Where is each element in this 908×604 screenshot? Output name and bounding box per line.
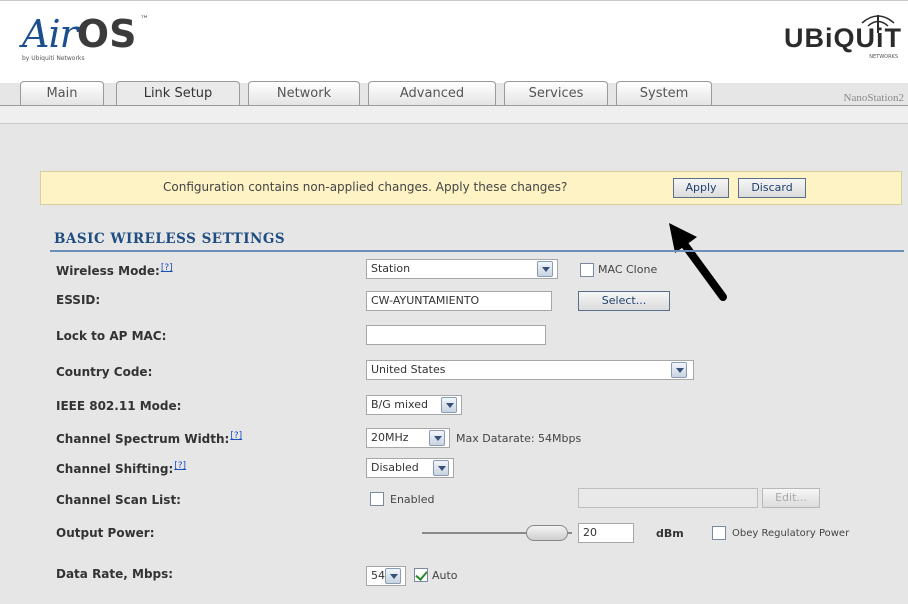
wireless-mode-label-text: Wireless Mode: <box>56 264 160 278</box>
tab-services[interactable]: Services <box>504 81 608 105</box>
wireless-mode-select[interactable]: Station <box>366 259 558 279</box>
airos-logo: AirOS ™ by Ubiquiti Networks <box>22 12 149 62</box>
output-power-unit: dBm <box>656 527 684 540</box>
essid-select-button[interactable]: Select... <box>578 291 670 311</box>
output-power-label: Output Power: <box>56 526 155 540</box>
lock-ap-mac-label: Lock to AP MAC: <box>56 329 167 343</box>
mac-clone-label: MAC Clone <box>598 263 658 276</box>
scan-list-enabled-checkbox[interactable] <box>370 492 384 506</box>
scan-list-input <box>578 488 758 508</box>
section-title: BASIC WIRELESS SETTINGS <box>54 231 286 247</box>
ieee-mode-select[interactable]: B/G mixed <box>366 395 462 415</box>
tab-band <box>0 106 908 124</box>
wireless-mode-help-link[interactable]: [?] <box>161 263 173 273</box>
wireless-mode-value: Station <box>371 262 411 275</box>
data-rate-auto-checkbox[interactable] <box>414 568 428 582</box>
app-window: AirOS ™ by Ubiquiti Networks UBiQUiT NET… <box>0 0 908 604</box>
channel-shifting-value: Disabled <box>371 461 419 474</box>
channel-width-value: 20MHz <box>371 431 409 444</box>
channel-width-label: Channel Spectrum Width:[?] <box>56 431 242 446</box>
chevron-down-icon <box>385 568 401 584</box>
header: AirOS ™ by Ubiquiti Networks UBiQUiT NET… <box>0 1 908 83</box>
device-name: NanoStation2 <box>843 92 905 104</box>
apply-button[interactable]: Apply <box>673 178 729 198</box>
logo-trademark: ™ <box>140 15 149 25</box>
data-rate-auto-label: Auto <box>432 569 458 582</box>
chevron-down-icon <box>429 430 445 446</box>
country-code-value: United States <box>371 363 446 376</box>
unapplied-changes-notice: Configuration contains non-applied chang… <box>40 171 902 205</box>
tab-link-setup[interactable]: Link Setup <box>116 81 240 106</box>
country-code-select[interactable]: United States <box>366 360 694 380</box>
tab-system[interactable]: System <box>616 81 712 105</box>
logo-os-text: OS <box>76 12 137 56</box>
tab-main[interactable]: Main <box>20 81 104 105</box>
chevron-down-icon <box>441 397 457 413</box>
ieee-mode-value: B/G mixed <box>371 398 428 411</box>
output-power-input[interactable]: 20 <box>578 523 634 543</box>
chevron-down-icon <box>537 261 553 277</box>
data-rate-select[interactable]: 54 <box>366 566 406 586</box>
essid-input[interactable]: CW-AYUNTAMIENTO <box>366 291 552 311</box>
channel-shifting-help-link[interactable]: [?] <box>174 461 186 471</box>
scan-list-edit-button[interactable]: Edit... <box>762 488 820 508</box>
ubiquiti-logo: UBiQUiT NETWORKS <box>784 15 902 60</box>
channel-shifting-label-text: Channel Shifting: <box>56 462 174 476</box>
brand-subtitle: NETWORKS <box>869 54 898 60</box>
logo-air-text: Air <box>22 12 78 56</box>
data-rate-label: Data Rate, Mbps: <box>56 567 174 581</box>
essid-label: ESSID: <box>56 293 101 307</box>
lock-ap-mac-input[interactable] <box>366 325 546 345</box>
channel-shifting-select[interactable]: Disabled <box>366 458 454 478</box>
country-code-label: Country Code: <box>56 365 153 379</box>
tab-advanced[interactable]: Advanced <box>368 81 496 105</box>
chevron-down-icon <box>671 362 687 378</box>
max-datarate-text: Max Datarate: 54Mbps <box>456 432 582 445</box>
mac-clone-checkbox[interactable] <box>580 263 594 277</box>
channel-width-label-text: Channel Spectrum Width: <box>56 432 230 446</box>
logo-subtitle: by Ubiquiti Networks <box>22 55 85 62</box>
channel-width-select[interactable]: 20MHz <box>366 428 450 448</box>
scan-list-label: Channel Scan List: <box>56 493 181 507</box>
wireless-mode-label: Wireless Mode:[?] <box>56 263 173 278</box>
scan-list-enabled-label: Enabled <box>390 493 435 506</box>
channel-width-help-link[interactable]: [?] <box>230 431 242 441</box>
output-power-slider-handle[interactable] <box>526 525 568 541</box>
section-divider <box>50 250 904 252</box>
obey-regulatory-label: Obey Regulatory Power <box>732 528 850 539</box>
antenna-icon <box>861 15 895 33</box>
notice-text: Configuration contains non-applied chang… <box>163 180 568 194</box>
ieee-mode-label: IEEE 802.11 Mode: <box>56 399 182 413</box>
discard-button[interactable]: Discard <box>738 178 806 198</box>
chevron-down-icon <box>433 460 449 476</box>
data-rate-value: 54 <box>371 569 385 582</box>
tab-network[interactable]: Network <box>248 81 360 105</box>
pointer-arrow-annotation <box>669 223 727 301</box>
channel-shifting-label: Channel Shifting:[?] <box>56 461 186 476</box>
obey-regulatory-checkbox[interactable] <box>712 526 726 540</box>
